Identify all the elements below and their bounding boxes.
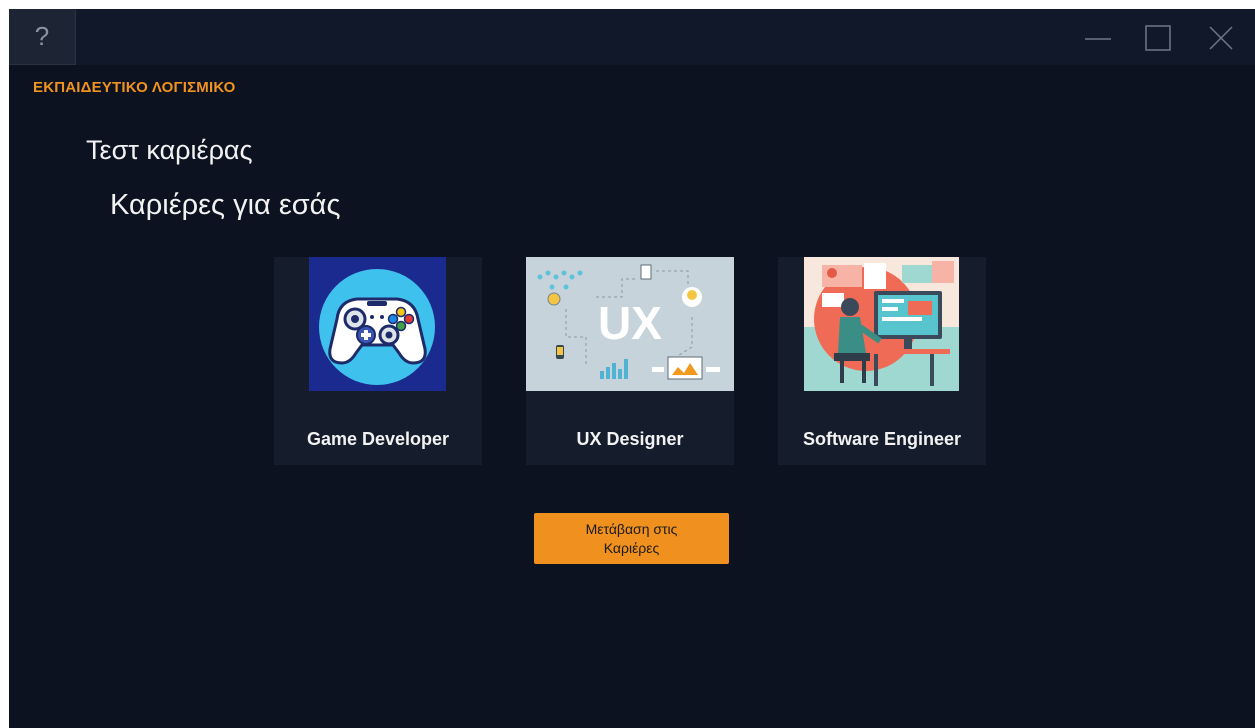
career-label: UX Designer: [576, 429, 684, 449]
career-card-game-developer[interactable]: Game Developer: [274, 257, 482, 465]
page-subtitle: Καριέρες για εσάς: [110, 189, 341, 221]
app-label: ΕΚΠΑΙΔΕΥΤΙΚΟ ΛΟΓΙΣΜΙΚΟ: [33, 79, 236, 96]
help-button[interactable]: ?: [9, 9, 76, 65]
go-to-careers-label: Μετάβαση στις Καριέρες: [585, 520, 678, 556]
minimize-icon[interactable]: [1081, 21, 1115, 55]
go-to-careers-button[interactable]: Μετάβαση στις Καριέρες: [534, 513, 729, 564]
svg-text:UX: UX: [598, 297, 662, 349]
close-icon[interactable]: [1204, 21, 1238, 55]
page-title: Τεστ καριέρας: [86, 135, 253, 165]
game-controller-image: [309, 257, 446, 391]
maximize-icon[interactable]: [1141, 21, 1175, 55]
developer-at-desk-image: [804, 257, 959, 391]
career-label: Game Developer: [306, 429, 450, 449]
ux-flow-image: UX: [526, 257, 734, 391]
title-bar: ?: [9, 9, 1255, 65]
app-window: ? ΕΚΠΑΙΔΕΥΤΙΚΟ ΛΟΓΙΣΜΙΚΟ Τεστ καριέρας Κ…: [9, 9, 1255, 728]
career-label: Software Engineer: [802, 429, 962, 449]
career-card-ux-designer[interactable]: UX UX Designer: [526, 257, 734, 465]
career-card-software-engineer[interactable]: Software Engineer: [778, 257, 986, 465]
